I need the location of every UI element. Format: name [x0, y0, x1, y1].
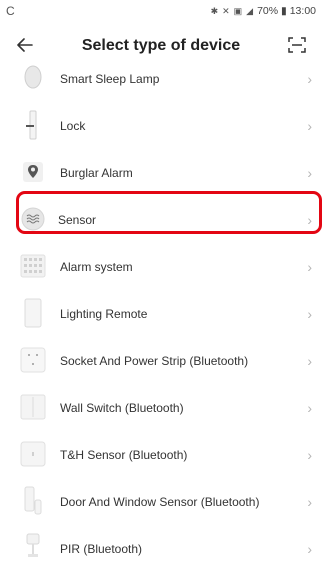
- device-label: Lighting Remote: [60, 306, 148, 321]
- chevron-right-icon: ›: [307, 493, 312, 510]
- device-item-door-window-sensor[interactable]: Door And Window Sensor (Bluetooth) ›: [0, 478, 322, 525]
- chevron-right-icon: ›: [307, 164, 312, 181]
- mute-icon: ✕: [222, 5, 230, 16]
- device-label: Sensor: [58, 212, 97, 227]
- socket-icon: [18, 344, 48, 376]
- status-indicators: ✱ ✕ ▣ ◢ 70% ▮ 13:00: [211, 5, 316, 17]
- wall-switch-icon: [18, 391, 48, 423]
- device-item-burglar-alarm[interactable]: Burglar Alarm ›: [0, 149, 322, 196]
- bluetooth-icon: ✱: [210, 5, 219, 16]
- image-icon: ▣: [233, 5, 243, 16]
- device-item-lock[interactable]: Lock ›: [0, 102, 322, 149]
- device-item-smart-sleep-lamp[interactable]: Smart Sleep Lamp ›: [0, 55, 322, 102]
- chevron-right-icon: ›: [307, 352, 312, 369]
- device-item-wall-switch[interactable]: Wall Switch (Bluetooth) ›: [0, 384, 322, 431]
- device-label: Burglar Alarm: [60, 165, 133, 180]
- door-sensor-icon: [18, 485, 48, 517]
- chevron-right-icon: ›: [307, 258, 312, 275]
- chevron-right-icon: ›: [307, 117, 312, 134]
- device-item-socket-power-strip[interactable]: Socket And Power Strip (Bluetooth) ›: [0, 337, 322, 384]
- wave-sensor-icon: [18, 203, 48, 235]
- remote-icon: [18, 297, 48, 329]
- status-bar: C ✱ ✕ ▣ ◢ 70% ▮ 13:00: [0, 0, 322, 22]
- chevron-right-icon: ›: [307, 70, 312, 87]
- arrow-left-icon: [17, 38, 33, 52]
- device-label: T&H Sensor (Bluetooth): [60, 447, 188, 462]
- device-item-lighting-remote[interactable]: Lighting Remote ›: [0, 290, 322, 337]
- battery-time: 70% ▮ 13:00: [257, 5, 316, 17]
- th-sensor-icon: [18, 438, 48, 470]
- device-item-alarm-system[interactable]: Alarm system ›: [0, 243, 322, 290]
- scan-icon: [288, 37, 306, 53]
- location-pin-icon: [18, 156, 48, 188]
- lamp-icon: [18, 62, 48, 94]
- device-label: Socket And Power Strip (Bluetooth): [60, 353, 249, 368]
- device-label: Wall Switch (Bluetooth): [60, 400, 184, 415]
- pir-icon: [18, 532, 48, 564]
- c-icon: C: [6, 4, 15, 18]
- device-label: Door And Window Sensor (Bluetooth): [60, 494, 260, 509]
- chevron-right-icon: ›: [307, 211, 312, 228]
- device-label: Lock: [60, 118, 86, 133]
- device-item-sensor[interactable]: Sensor ›: [0, 196, 322, 243]
- chevron-right-icon: ›: [307, 399, 312, 416]
- chevron-right-icon: ›: [307, 305, 312, 322]
- device-label: PIR (Bluetooth): [60, 541, 143, 556]
- signal-icon: ◢: [246, 5, 254, 16]
- device-item-th-sensor[interactable]: T&H Sensor (Bluetooth) ›: [0, 431, 322, 478]
- device-item-pir[interactable]: PIR (Bluetooth) ›: [0, 525, 322, 572]
- keypad-icon: [18, 250, 48, 282]
- device-type-list: Smart Sleep Lamp › Lock › Burglar Alarm …: [0, 55, 322, 572]
- chevron-right-icon: ›: [307, 540, 312, 557]
- page-title: Select type of device: [81, 37, 241, 54]
- device-label: Alarm system: [60, 259, 133, 274]
- device-label: Smart Sleep Lamp: [60, 71, 160, 86]
- chevron-right-icon: ›: [307, 446, 312, 463]
- lock-icon: [18, 109, 48, 141]
